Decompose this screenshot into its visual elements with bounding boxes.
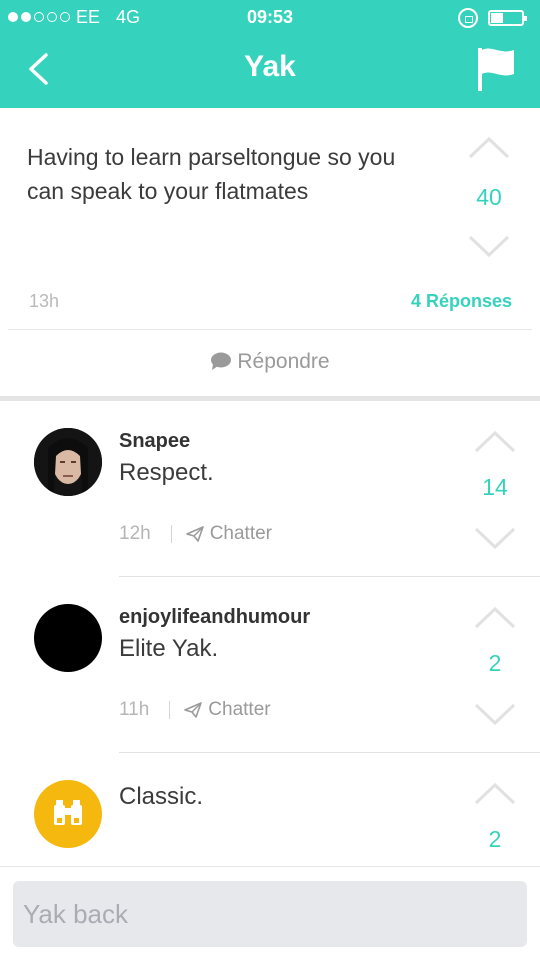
page-title: Yak: [244, 50, 296, 83]
comment-item: enjoylifeandhumour Elite Yak. 2 11h Chat…: [0, 577, 540, 753]
comment-username: enjoylifeandhumour: [119, 606, 311, 628]
user-avatar[interactable]: [34, 604, 102, 672]
binoculars-icon: [54, 800, 82, 825]
post-timestamp: 13h: [29, 291, 60, 311]
comment-text: Classic.: [119, 783, 204, 810]
reply-label: Répondre: [237, 350, 330, 373]
upvote-chevron-icon[interactable]: [473, 604, 517, 630]
composer-bar: [0, 866, 540, 960]
meta-separator: [169, 701, 171, 719]
user-avatar[interactable]: [34, 780, 102, 848]
comment-text: Respect.: [119, 459, 214, 486]
post-vote-count: 40: [476, 184, 502, 210]
flag-icon[interactable]: [474, 46, 518, 92]
upvote-chevron-icon[interactable]: [473, 428, 517, 454]
upvote-chevron-icon[interactable]: [467, 134, 511, 160]
comment-vote-count: 2: [488, 826, 502, 852]
downvote-chevron-icon[interactable]: [473, 526, 517, 552]
reply-button[interactable]: Répondre: [0, 350, 540, 374]
chat-label: Chatter: [208, 699, 271, 720]
meta-separator: [170, 525, 172, 543]
paper-plane-icon: [185, 526, 204, 542]
header-bar: EE 4G 09:53 Yak: [0, 0, 540, 108]
user-avatar[interactable]: [34, 428, 102, 496]
comment-timestamp: 11h: [119, 699, 150, 720]
downvote-chevron-icon[interactable]: [473, 702, 517, 728]
main-post: Having to learn parseltongue so you can …: [0, 108, 540, 400]
comment-meta: 12h Chatter: [119, 523, 272, 545]
chat-button[interactable]: Chatter: [185, 523, 273, 545]
speech-bubble-icon: [211, 352, 232, 370]
comment-username: Snapee: [119, 430, 191, 452]
downvote-chevron-icon[interactable]: [467, 234, 511, 260]
comment-meta: 11h Chatter: [119, 699, 271, 721]
comment-timestamp: 12h: [119, 523, 151, 544]
yak-back-input[interactable]: [13, 881, 527, 947]
rotation-lock-icon: [458, 8, 478, 28]
comment-text: Elite Yak.: [119, 635, 219, 662]
comment-vote-count: 2: [488, 650, 502, 676]
paper-plane-icon: [184, 702, 203, 718]
post-text: Having to learn parseltongue so you can …: [27, 144, 396, 204]
comment-item: Classic. 2: [0, 753, 540, 866]
status-bar: EE 4G 09:53: [0, 0, 540, 36]
divider: [8, 329, 532, 330]
chat-button[interactable]: Chatter: [184, 699, 271, 721]
battery-icon: [488, 10, 527, 26]
upvote-chevron-icon[interactable]: [473, 780, 517, 806]
comment-item: Snapee Respect. 14 12h Chatter: [0, 401, 540, 577]
chat-label: Chatter: [209, 523, 273, 544]
comment-vote-count: 14: [482, 474, 508, 500]
portrait-icon: [34, 428, 102, 496]
replies-count-link[interactable]: 4 Réponses: [411, 291, 512, 312]
